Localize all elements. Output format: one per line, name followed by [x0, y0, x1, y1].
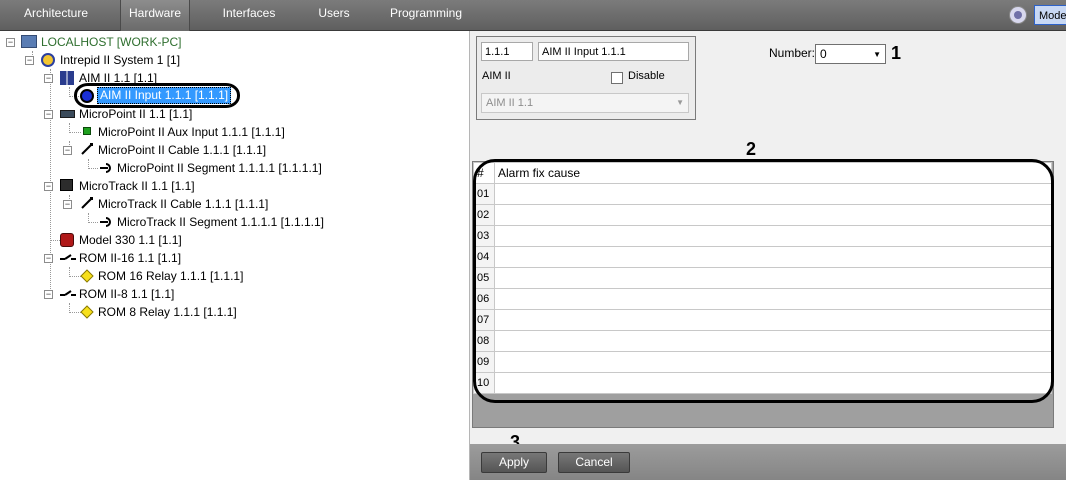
tree-node-model330[interactable]: Model 330 1.1 [1.1] [79, 231, 182, 249]
computer-icon [21, 35, 37, 48]
relay-module-icon [60, 287, 76, 301]
tree-node-micropoint[interactable]: MicroPoint II 1.1 [1.1] [79, 105, 192, 123]
parent-select[interactable]: AIM II 1.1 ▼ [481, 93, 689, 113]
object-type-label: AIM II [482, 70, 511, 82]
settings-gear-icon[interactable] [1009, 6, 1027, 24]
settings-panel: 1.1.1 AIM II Input 1.1.1 AIM II Disable … [469, 31, 1066, 480]
relay-module-icon [60, 251, 76, 265]
disable-checkbox[interactable] [611, 72, 623, 84]
expand-toggle[interactable]: − [44, 182, 53, 191]
tab-hardware[interactable]: Hardware [120, 0, 190, 31]
micropoint-icon [60, 110, 75, 118]
number-label: Number: [769, 46, 816, 60]
tree-node-rom8-relay[interactable]: ROM 8 Relay 1.1.1 [1.1.1] [98, 303, 237, 321]
tree-node-localhost[interactable]: LOCALHOST [WORK-PC] [41, 33, 181, 51]
relay-icon [80, 269, 94, 283]
expand-toggle[interactable]: − [63, 146, 72, 155]
aim-module-icon [60, 71, 74, 85]
system-shield-icon [41, 53, 55, 67]
expand-toggle[interactable]: − [44, 74, 53, 83]
cancel-button[interactable]: Cancel [558, 452, 630, 473]
microtrack-icon [60, 179, 73, 191]
chevron-down-icon: ▼ [676, 98, 684, 107]
tree-node-microtrack-segment[interactable]: MicroTrack II Segment 1.1.1.1 [1.1.1.1] [117, 213, 324, 231]
tab-users[interactable]: Users [311, 0, 357, 30]
expand-toggle[interactable]: − [63, 200, 72, 209]
segment-icon [100, 161, 114, 175]
callout-1: 1 [891, 43, 902, 63]
callout-2: 2 [746, 139, 757, 159]
tree-node-micropoint-cable[interactable]: MicroPoint II Cable 1.1.1 [1.1.1] [98, 141, 266, 159]
tree-node-microtrack[interactable]: MicroTrack II 1.1 [1.1] [79, 177, 195, 195]
tree-node-microtrack-cable[interactable]: MicroTrack II Cable 1.1.1 [1.1.1] [98, 195, 268, 213]
cable-icon [80, 196, 94, 210]
tab-programming[interactable]: Programming [388, 0, 464, 30]
apply-button[interactable]: Apply [481, 452, 547, 473]
aux-input-icon [83, 127, 91, 135]
expand-toggle[interactable]: − [25, 56, 34, 65]
disable-label: Disable [628, 70, 665, 82]
expand-toggle[interactable]: − [44, 290, 53, 299]
chevron-down-icon: ▼ [873, 50, 881, 59]
object-properties-box: 1.1.1 AIM II Input 1.1.1 AIM II Disable … [476, 36, 696, 120]
tree-node-system[interactable]: Intrepid II System 1 [1] [60, 51, 180, 69]
tree-node-rom16-relay[interactable]: ROM 16 Relay 1.1.1 [1.1.1] [98, 267, 243, 285]
relay-icon [80, 305, 94, 319]
object-name-field[interactable]: AIM II Input 1.1.1 [538, 42, 689, 61]
highlight-rounded-rect [473, 159, 1054, 403]
tree-node-micropoint-aux[interactable]: MicroPoint II Aux Input 1.1.1 [1.1.1] [98, 123, 285, 141]
tree-node-rom16[interactable]: ROM II-16 1.1 [1.1] [79, 249, 181, 267]
segment-icon [100, 215, 114, 229]
mode-button[interactable]: Mode [1034, 5, 1066, 25]
cable-icon [80, 142, 94, 156]
tree-node-rom8[interactable]: ROM II-8 1.1 [1.1] [79, 285, 174, 303]
tree-node-micropoint-segment[interactable]: MicroPoint II Segment 1.1.1.1 [1.1.1.1] [117, 159, 322, 177]
object-id-field[interactable]: 1.1.1 [481, 42, 533, 61]
hardware-tree: − LOCALHOST [WORK-PC] − Intrepid II Syst… [0, 31, 468, 480]
expand-toggle[interactable]: − [44, 110, 53, 119]
model330-icon [60, 233, 74, 247]
top-tab-bar: Architecture Hardware Interfaces Users P… [0, 0, 1066, 31]
tab-architecture[interactable]: Architecture [15, 0, 97, 30]
footer-button-bar: Apply Cancel [470, 444, 1066, 480]
number-select[interactable]: 0 ▼ [815, 44, 886, 64]
tab-interfaces[interactable]: Interfaces [214, 0, 284, 30]
expand-toggle[interactable]: − [44, 254, 53, 263]
expand-toggle[interactable]: − [6, 38, 15, 47]
